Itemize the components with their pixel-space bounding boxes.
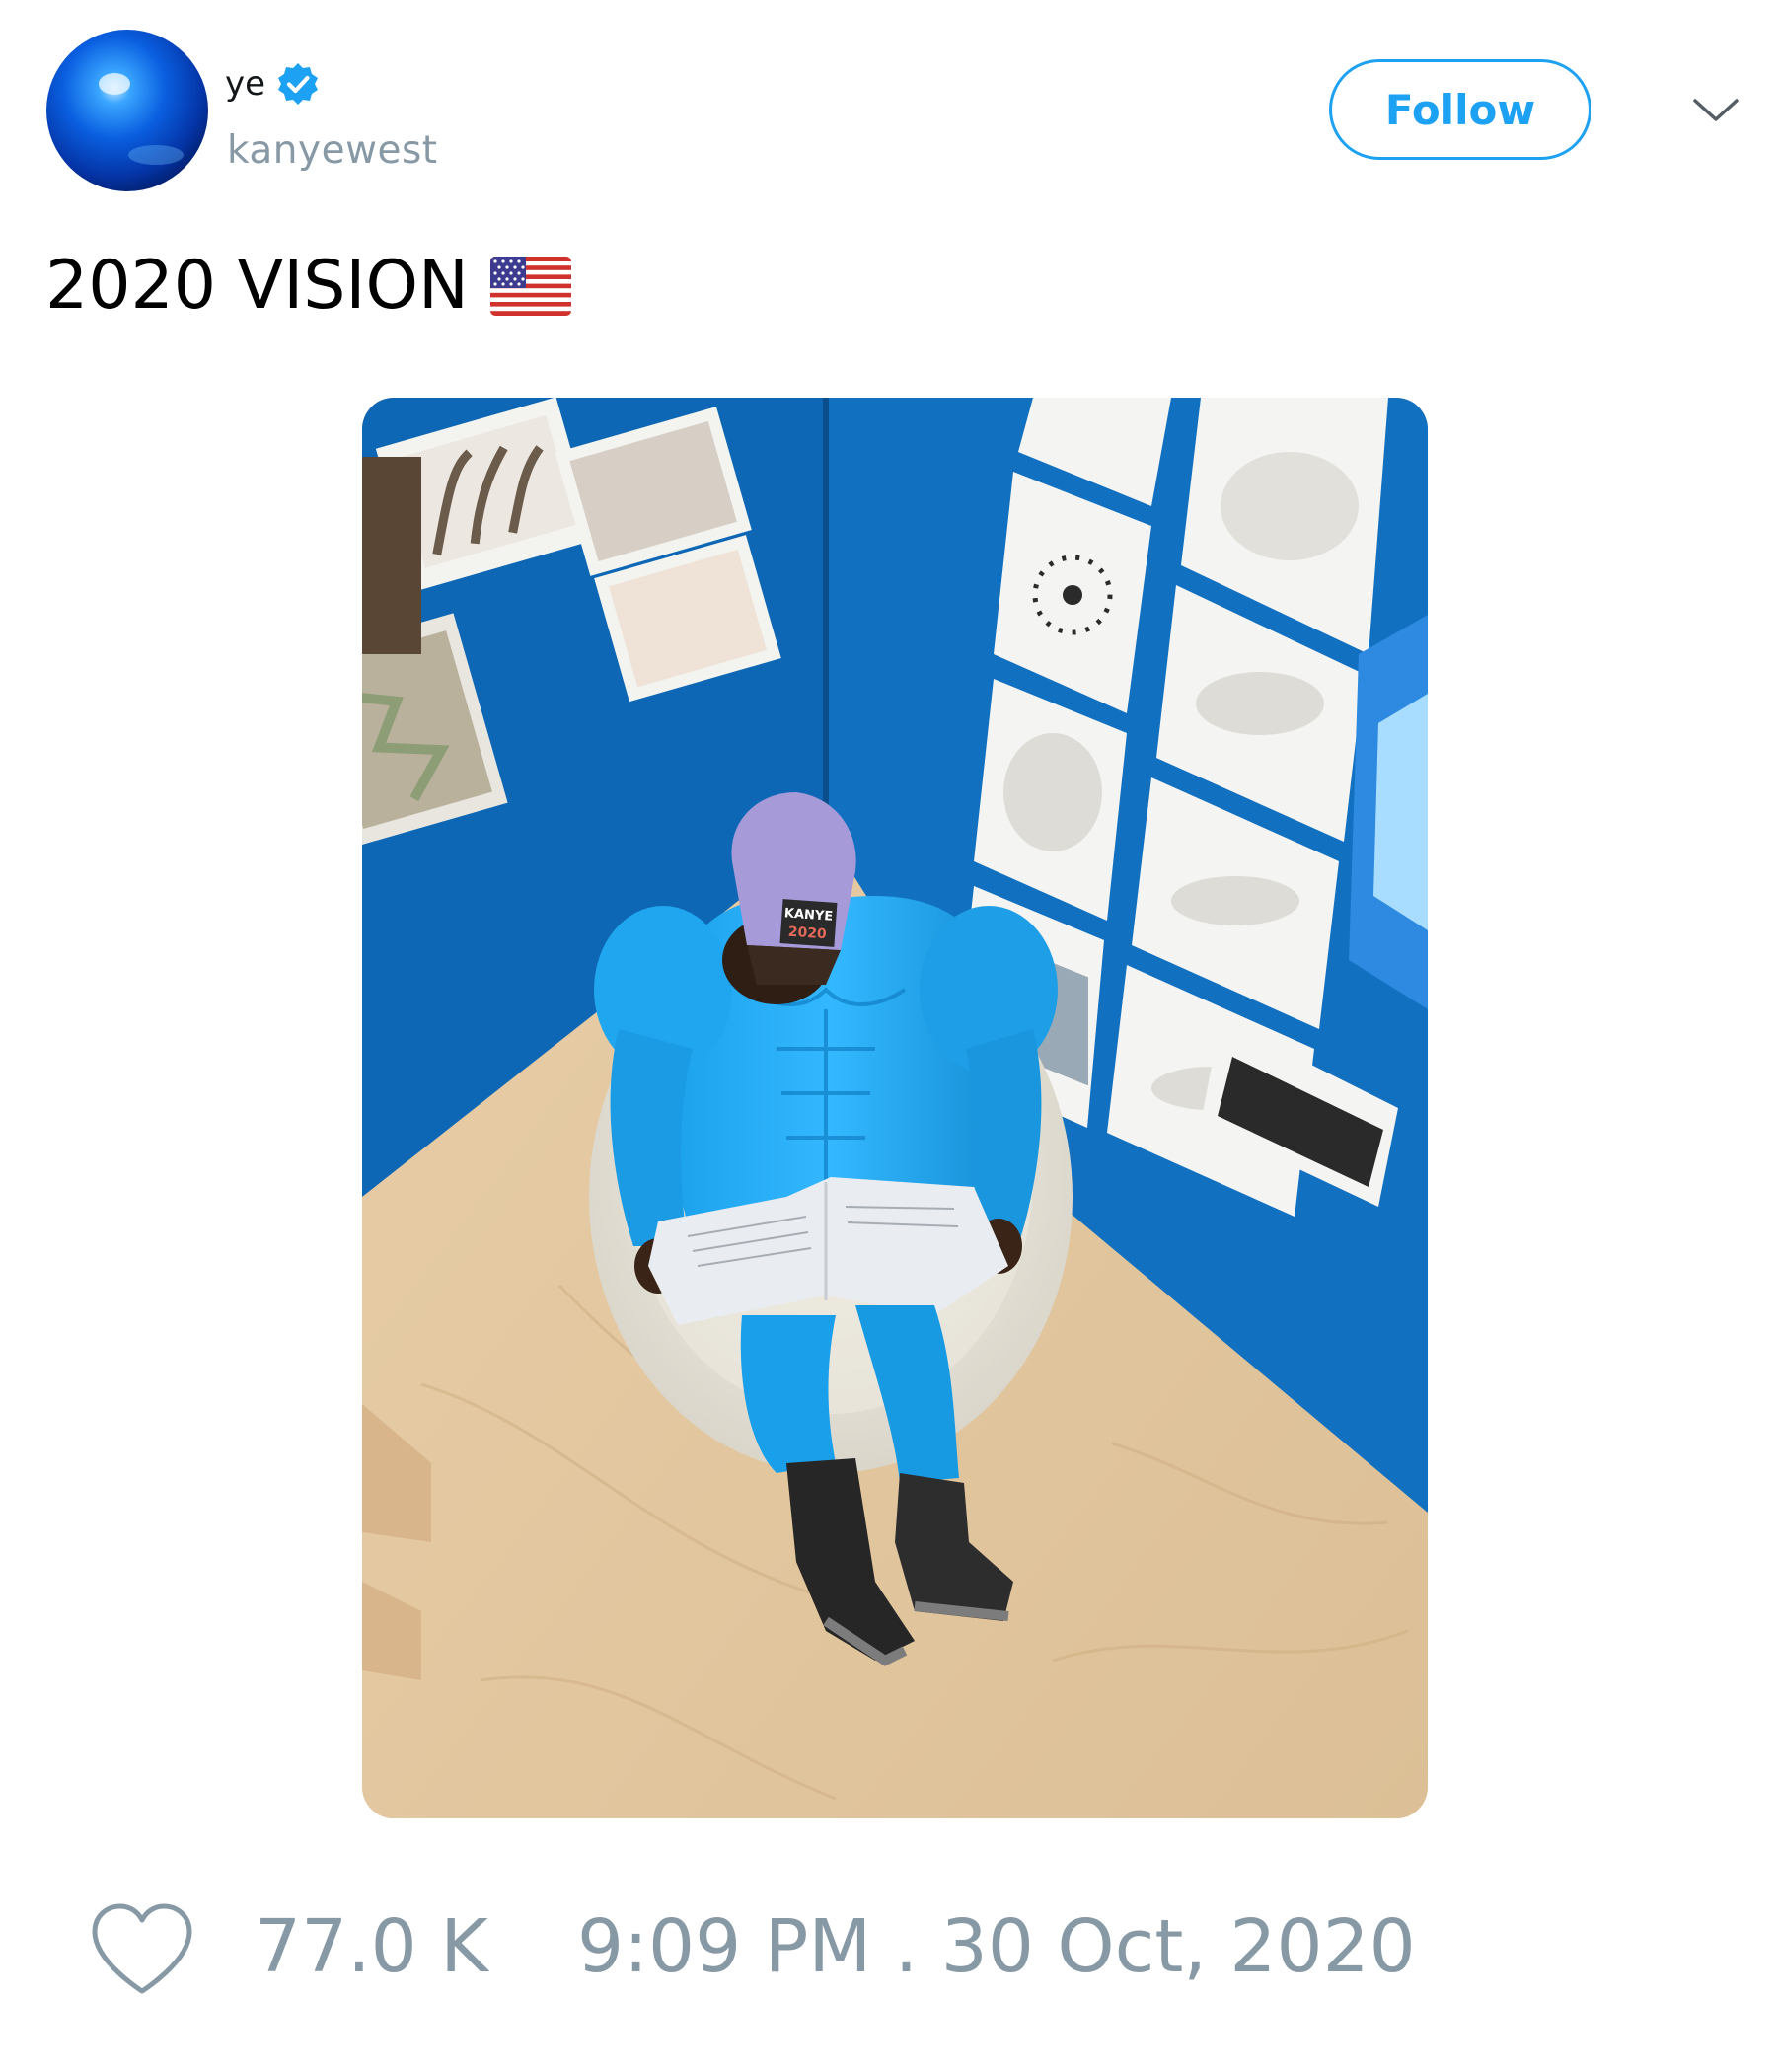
- cap-text-bottom: 2020: [787, 925, 827, 943]
- us-flag-icon: [489, 256, 571, 316]
- heart-icon[interactable]: [89, 1902, 195, 1997]
- chevron-down-icon[interactable]: [1691, 95, 1740, 124]
- tweet-text: 2020 VISION: [45, 247, 469, 325]
- photo-image: KANYE 2020: [362, 398, 1428, 1818]
- verified-badge-icon: [278, 63, 319, 105]
- user-handle[interactable]: kanyewest: [227, 128, 438, 173]
- avatar-image: [45, 29, 209, 192]
- tweet-timestamp[interactable]: 9:09 PM . 30 Oct, 2020: [577, 1904, 1416, 1989]
- follow-button[interactable]: Follow: [1329, 59, 1591, 160]
- display-name[interactable]: ye: [225, 64, 265, 104]
- avatar[interactable]: [45, 29, 209, 192]
- tweet-card: ye kanyewest Follow 2020 VISION KANYE 20…: [0, 0, 1776, 2072]
- author-name-row: ye: [225, 63, 321, 105]
- tweet-photo[interactable]: KANYE 2020: [362, 398, 1428, 1818]
- like-count: 77.0 K: [255, 1904, 488, 1989]
- tweet-text-row: 2020 VISION: [45, 247, 571, 325]
